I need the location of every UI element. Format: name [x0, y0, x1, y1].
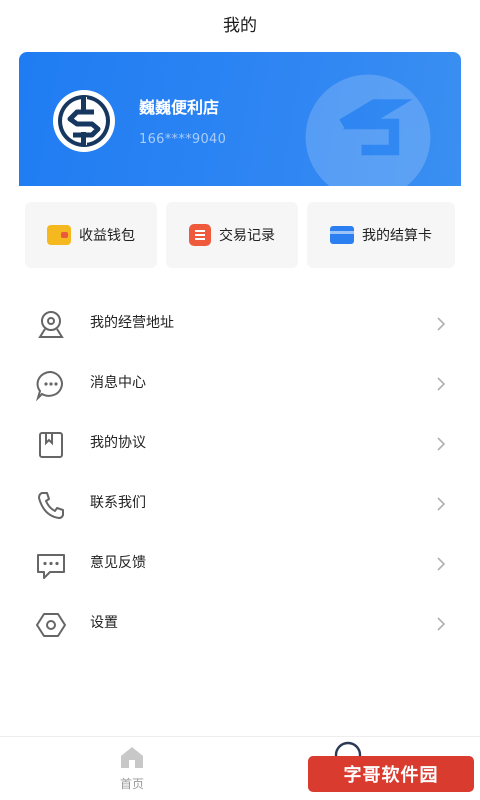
swap-s-logo-icon — [58, 95, 110, 147]
transactions-label: 交易记录 — [219, 228, 275, 244]
chevron-right-icon — [437, 557, 446, 571]
settlement-card-button[interactable]: 我的结算卡 — [307, 202, 455, 268]
chevron-right-icon — [437, 617, 446, 631]
chevron-right-icon — [437, 437, 446, 451]
settlement-card-label: 我的结算卡 — [362, 228, 432, 244]
bank-card-icon — [330, 226, 354, 244]
quick-actions: 收益钱包 交易记录 我的结算卡 — [25, 202, 455, 268]
site-watermark: 字哥软件园 — [308, 756, 474, 792]
wallet-icon — [47, 225, 71, 245]
menu-label-address: 我的经营地址 — [90, 315, 174, 331]
chevron-right-icon — [437, 377, 446, 391]
profile-card[interactable]: 巍巍便利店 166****9040 — [19, 52, 461, 186]
location-pin-icon — [38, 311, 64, 338]
menu-item-address[interactable]: 我的经营地址 — [0, 294, 480, 354]
menu-label-messages: 消息中心 — [90, 375, 146, 391]
menu-label-settings: 设置 — [90, 615, 118, 631]
home-icon — [121, 747, 143, 768]
record-list-icon — [189, 224, 211, 246]
tab-home-label: 首页 — [119, 777, 144, 791]
chevron-right-icon — [437, 497, 446, 511]
chevron-right-icon — [437, 317, 446, 331]
transactions-button[interactable]: 交易记录 — [166, 202, 298, 268]
menu-item-feedback[interactable]: 意见反馈 — [0, 534, 480, 594]
menu-label-feedback: 意见反馈 — [90, 555, 146, 571]
phone-icon — [38, 492, 64, 519]
store-logo — [53, 90, 115, 152]
store-name: 巍巍便利店 — [139, 98, 220, 117]
menu-label-agreements: 我的协议 — [90, 435, 146, 451]
menu-item-contact[interactable]: 联系我们 — [0, 474, 480, 534]
card-watermark-logo-icon — [305, 74, 431, 186]
feedback-icon — [37, 554, 65, 579]
page-title: 我的 — [223, 15, 257, 36]
wallet-label: 收益钱包 — [79, 228, 135, 244]
menu-item-settings[interactable]: 设置 — [0, 594, 480, 654]
chat-bubble-icon — [35, 370, 63, 402]
menu-item-agreements[interactable]: 我的协议 — [0, 414, 480, 474]
store-phone: 166****9040 — [139, 132, 227, 147]
tab-home[interactable]: 首页 — [82, 737, 182, 800]
wallet-button[interactable]: 收益钱包 — [25, 202, 157, 268]
menu-list: 我的经营地址 消息中心 我的协议 联系我们 意见反馈 设置 — [0, 294, 480, 654]
hexagon-settings-icon — [36, 613, 66, 637]
bookmark-document-icon — [39, 432, 63, 458]
menu-item-messages[interactable]: 消息中心 — [0, 354, 480, 414]
menu-label-contact: 联系我们 — [90, 495, 146, 511]
